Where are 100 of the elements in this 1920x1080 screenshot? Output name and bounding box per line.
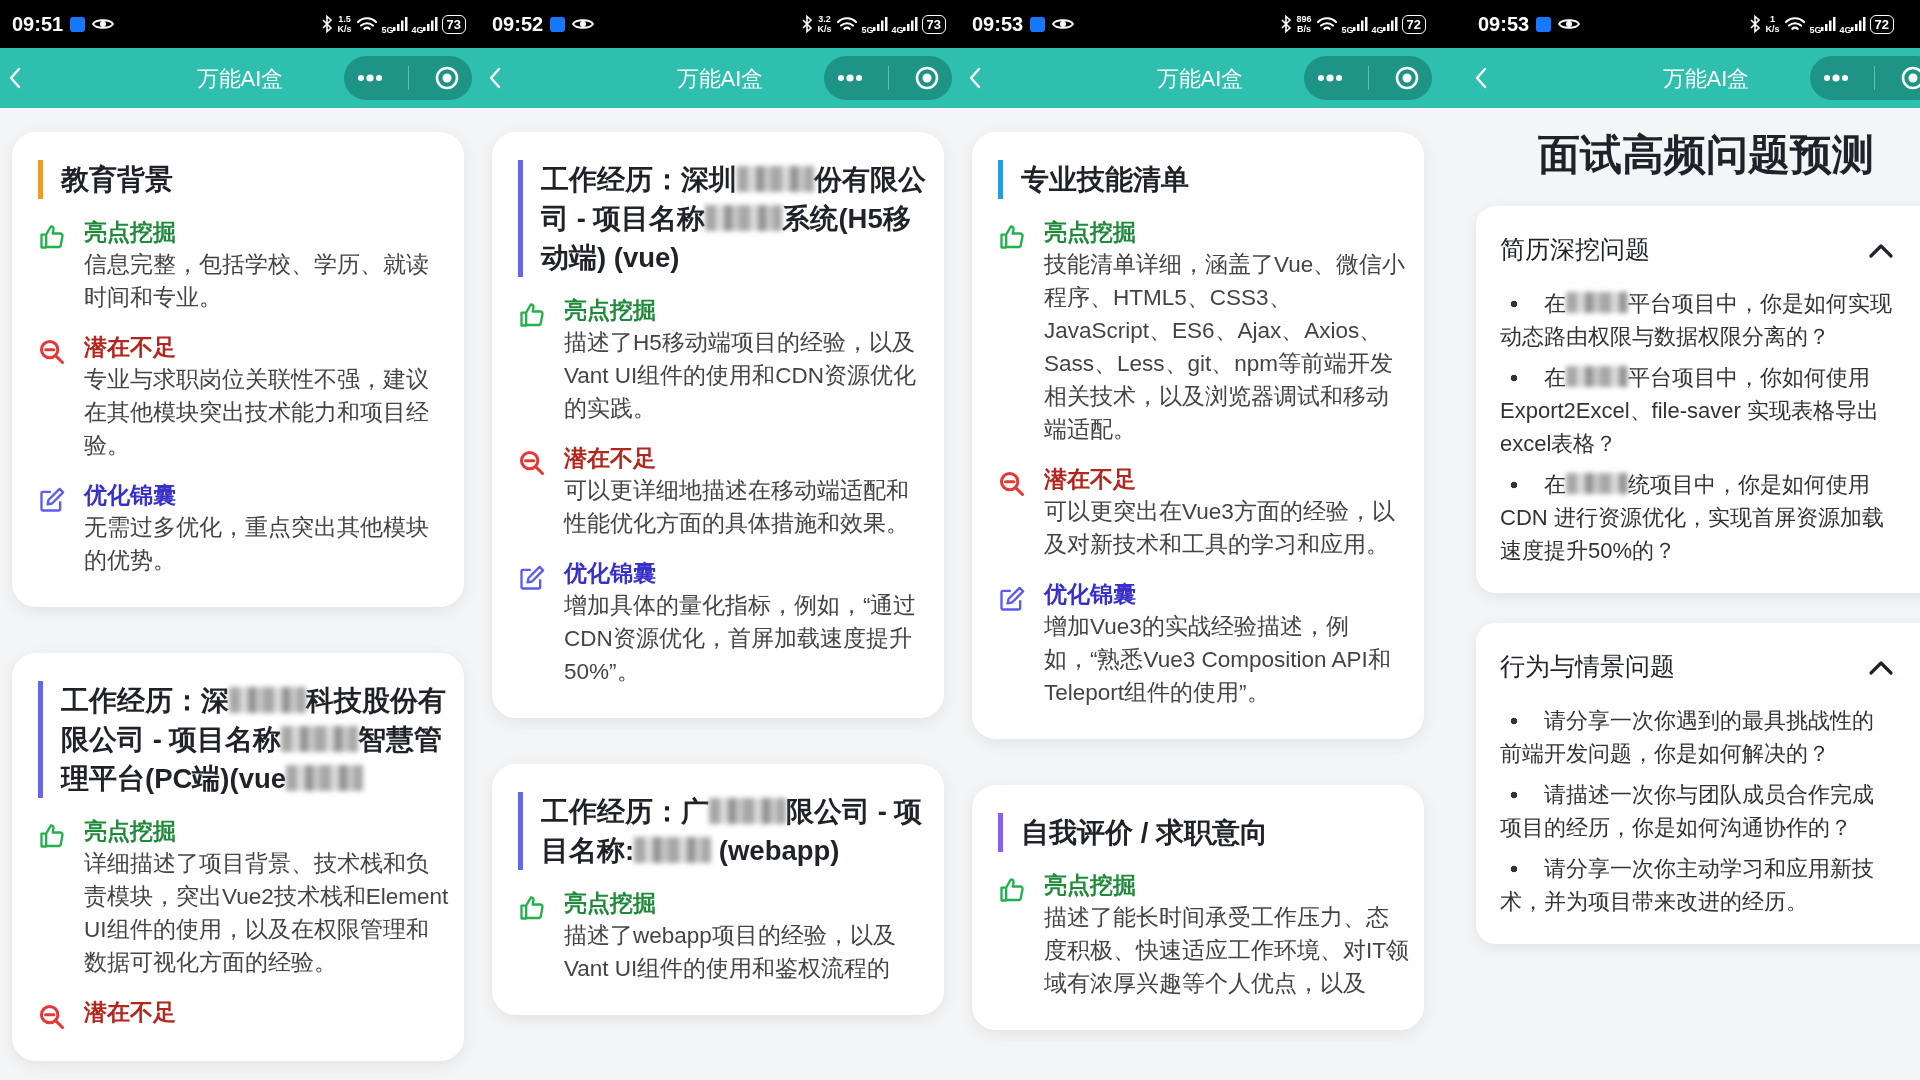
wifi-icon <box>1315 16 1338 32</box>
feedback-text: 可以更突出在Vue3方面的经验，以及对新技术和工具的学习和应用。 <box>1044 498 1396 559</box>
network-type: 5G <box>381 23 394 37</box>
thumbs-up-icon <box>38 822 66 850</box>
edit-icon <box>998 585 1026 613</box>
network-speed: 1 K/s <box>1765 14 1780 34</box>
feedback-label: 亮点挖掘 <box>84 219 177 247</box>
feedback-label: 潜在不足 <box>84 999 176 1027</box>
eye-icon <box>1052 17 1075 31</box>
back-icon[interactable] <box>1474 67 1488 89</box>
status-time: 09:52 <box>492 12 544 37</box>
signal-icon <box>1381 16 1398 32</box>
card-title: 工作经历：广 限公司 - 项目名称: (webapp) <box>518 792 930 870</box>
zoom-out-icon <box>38 1003 66 1031</box>
thumbs-up-icon <box>998 876 1026 904</box>
signal-icon <box>1849 16 1866 32</box>
network-type: 5G <box>861 23 874 37</box>
collapse-icon[interactable] <box>1868 659 1894 676</box>
feedback-label: 亮点挖掘 <box>564 890 657 918</box>
feedback-label: 潜在不足 <box>84 334 177 362</box>
network-speed: 896 B/s <box>1296 14 1312 34</box>
signal-icon <box>901 16 918 32</box>
edit-icon <box>518 564 546 592</box>
network-type: 4G <box>1839 23 1852 37</box>
battery-level: 72 <box>1869 14 1894 34</box>
more-icon[interactable] <box>356 74 383 82</box>
card-title: 教育背景 <box>38 160 450 199</box>
feedback-text: 增加Vue3的实战经验描述，例如，“熟悉Vue3 Composition API和Teleport组件的使用”。 <box>1044 613 1392 707</box>
more-icon[interactable] <box>1822 74 1849 82</box>
feedback-label: 亮点挖掘 <box>1044 219 1137 247</box>
card-title: 专业技能清单 <box>998 160 1410 199</box>
card-title: 工作经历：深 科技股份有限公司 - 项目名称 智慧管理平台(PC端)(vue <box>38 681 450 798</box>
feedback-label: 亮点挖掘 <box>84 818 177 846</box>
thumbs-up-icon <box>518 894 546 922</box>
network-type: 5G <box>1341 23 1354 37</box>
feedback-label: 亮点挖掘 <box>564 297 657 325</box>
card-title: 自我评价 / 求职意向 <box>998 813 1410 852</box>
signal-icon <box>421 16 438 32</box>
network-type: 4G <box>411 23 424 37</box>
back-icon[interactable] <box>8 67 22 89</box>
feedback-text: 描述了H5移动端项目的经验，以及Vant UI组件的使用和CDN资源优化的实践。 <box>564 329 918 423</box>
zoom-out-icon <box>998 470 1026 498</box>
status-time: 09:53 <box>972 12 1024 37</box>
zoom-out-icon <box>38 338 66 366</box>
collapse-icon[interactable] <box>1868 242 1894 259</box>
feedback-label: 潜在不足 <box>564 445 657 473</box>
back-icon[interactable] <box>488 67 502 89</box>
zoom-out-icon <box>518 449 546 477</box>
bluetooth-icon <box>1749 15 1762 33</box>
card-title: 工作经历：深圳 份有限公司 - 项目名称 系统(H5移动端) (vue) <box>518 160 930 277</box>
page-title: 面试高频问题预测 <box>1537 130 1875 180</box>
network-speed: 3.2 K/s <box>817 14 832 34</box>
wifi-icon <box>1783 16 1806 32</box>
feedback-text: 无需过多优化，重点突出其他模块的优势。 <box>84 514 430 575</box>
section-title: 简历深挖问题 <box>1500 235 1650 266</box>
battery-level: 73 <box>441 14 466 34</box>
feedback-label: 亮点挖掘 <box>1044 872 1137 900</box>
network-speed: 1.5 K/s <box>337 14 352 34</box>
nav-title: 万能AI盒 <box>1662 64 1750 93</box>
back-icon[interactable] <box>968 67 982 89</box>
feedback-text: 技能清单详细，涵盖了Vue、微信小程序、HTML5、CSS3、JavaScript、ES6、Ajax、Axios、Sass、Less、git、npm等前端开发相关技术，以及浏览器调试和移动端适配。 <box>1044 251 1407 444</box>
feedback-text: 详细描述了项目背景、技术栈和负责模块，突出Vue2技术栈和Element UI组件的使用，以及在权限管理和数据可视化方面的经验。 <box>84 850 450 977</box>
nav-title: 万能AI盒 <box>676 64 764 93</box>
eye-icon <box>572 17 595 31</box>
status-time: 09:53 <box>1478 12 1530 37</box>
feedback-text: 可以更详细地描述在移动端适配和性能优化方面的具体措施和效果。 <box>564 477 910 538</box>
signal-icon <box>871 16 888 32</box>
nav-title: 万能AI盒 <box>196 64 284 93</box>
feedback-label: 优化锦囊 <box>1044 581 1137 609</box>
signal-icon <box>1819 16 1836 32</box>
network-type: 4G <box>891 23 904 37</box>
network-type: 5G <box>1809 23 1822 37</box>
wifi-icon <box>835 16 858 32</box>
thumbs-up-icon <box>518 301 546 329</box>
thumbs-up-icon <box>38 223 66 251</box>
battery-level: 72 <box>1401 14 1426 34</box>
more-icon[interactable] <box>836 74 863 82</box>
nav-title: 万能AI盒 <box>1156 64 1244 93</box>
network-type: 4G <box>1371 23 1384 37</box>
signal-icon <box>1351 16 1368 32</box>
feedback-text: 描述了webapp项目的经验，以及Vant UI组件的使用和鉴权流程的 <box>564 922 897 983</box>
wifi-icon <box>355 16 378 32</box>
feedback-text: 增加具体的量化指标，例如，“通过CDN资源优化，首屏加载速度提升50%”。 <box>564 592 918 686</box>
eye-icon <box>1558 17 1581 31</box>
bluetooth-icon <box>321 15 334 33</box>
feedback-label: 优化锦囊 <box>84 482 177 510</box>
edit-icon <box>38 486 66 514</box>
bluetooth-icon <box>801 15 814 33</box>
feedback-text: 专业与求职岗位关联性不强，建议在其他模块突出技术能力和项目经验。 <box>84 366 430 460</box>
feedback-label: 优化锦囊 <box>564 560 657 588</box>
eye-icon <box>92 17 115 31</box>
feedback-text: 描述了能长时间承受工作压力、态度积极、快速适应工作环境、对IT领域有浓厚兴趣等个人优点，以及 <box>1044 904 1410 998</box>
more-icon[interactable] <box>1316 74 1343 82</box>
status-time: 09:51 <box>12 12 64 37</box>
feedback-text: 信息完整，包括学校、学历、就读时间和专业。 <box>84 251 430 312</box>
feedback-label: 潜在不足 <box>1044 466 1137 494</box>
bluetooth-icon <box>1280 15 1293 33</box>
section-title: 行为与情景问题 <box>1500 652 1675 683</box>
battery-level: 73 <box>921 14 946 34</box>
signal-icon <box>391 16 408 32</box>
